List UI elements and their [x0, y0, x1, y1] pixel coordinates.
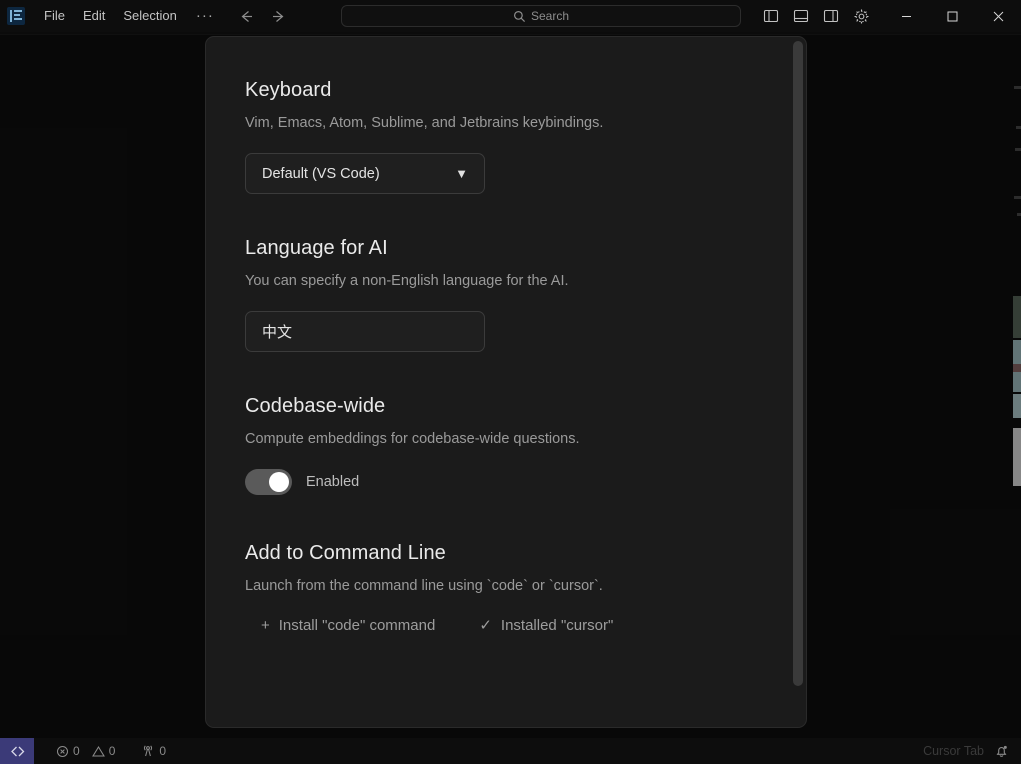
section-language-for-ai: Language for AI You can specify a non-En…	[245, 237, 806, 352]
cursor-tab-status[interactable]: Cursor Tab	[923, 744, 984, 758]
ports-status[interactable]: 0	[137, 744, 170, 758]
keyboard-keybinding-dropdown[interactable]: Default (VS Code) ▼	[245, 153, 485, 194]
section-language-description: You can specify a non-English language f…	[245, 273, 569, 289]
language-for-ai-input[interactable]: 中文	[245, 311, 485, 352]
status-bar-right: Cursor Tab	[923, 744, 1021, 759]
radio-tower-icon	[141, 744, 155, 758]
settings-gear-icon[interactable]	[846, 0, 876, 32]
menu-file[interactable]: File	[35, 5, 74, 27]
section-keyboard-description: Vim, Emacs, Atom, Sublime, and Jetbrains…	[245, 115, 604, 131]
section-add-to-command-line: Add to Command Line Launch from the comm…	[245, 542, 806, 634]
section-codebase-title: Codebase-wide	[245, 395, 386, 417]
keyboard-keybinding-value: Default (VS Code)	[262, 165, 380, 182]
navigation-buttons	[238, 7, 288, 25]
command-line-actions: + Install "code" command ✓ Installed "cu…	[261, 616, 806, 635]
plus-icon: +	[261, 616, 270, 634]
section-codebase-wide: Codebase-wide Compute embeddings for cod…	[245, 395, 806, 495]
install-code-command-button[interactable]: + Install "code" command	[261, 617, 435, 634]
language-for-ai-value: 中文	[262, 324, 293, 341]
close-button[interactable]	[975, 0, 1021, 32]
section-keyboard-title: Keyboard	[245, 79, 332, 101]
search-placeholder-label: Search	[530, 9, 570, 23]
cursor-logo-icon	[7, 7, 25, 25]
dialog-scrollbar-thumb[interactable]	[793, 41, 803, 686]
window-controls	[883, 0, 1021, 32]
toggle-primary-sidebar-icon[interactable]	[756, 0, 786, 32]
warning-triangle-icon	[91, 745, 105, 758]
menu-edit[interactable]: Edit	[74, 5, 114, 27]
chevron-down-icon: ▼	[455, 166, 468, 181]
warnings-status[interactable]: 0	[88, 744, 120, 758]
toggle-knob	[269, 472, 289, 492]
status-bar: 0 0 0 Cursor Tab	[0, 738, 1021, 764]
section-codebase-description: Compute embeddings for codebase-wide que…	[245, 431, 580, 447]
maximize-button[interactable]	[929, 0, 975, 32]
installed-cursor-command-label: Installed "cursor"	[500, 616, 614, 634]
error-circle-icon	[56, 745, 69, 758]
install-code-command-label: Install "code" command	[278, 616, 436, 634]
title-bar: File Edit Selection ··· Search	[0, 0, 1021, 32]
dialog-scrollbar[interactable]	[793, 41, 803, 725]
search-input[interactable]: Search	[341, 5, 741, 27]
section-command-line-description: Launch from the command line using `code…	[245, 578, 603, 594]
minimize-button[interactable]	[883, 0, 929, 32]
codebase-toggle-row: Enabled	[245, 469, 806, 495]
arrow-right-icon[interactable]	[270, 7, 288, 25]
settings-dialog-content: Keyboard Vim, Emacs, Atom, Sublime, and …	[206, 37, 806, 727]
errors-count: 0	[73, 744, 80, 758]
bell-dot-icon[interactable]	[994, 744, 1009, 759]
codebase-toggle-label: Enabled	[306, 474, 360, 490]
problems-status-group[interactable]: 0 0 0	[52, 744, 170, 758]
layout-toggle-group	[756, 0, 876, 32]
arrow-left-icon[interactable]	[238, 7, 256, 25]
settings-dialog: Keyboard Vim, Emacs, Atom, Sublime, and …	[205, 36, 807, 728]
remote-window-icon[interactable]	[0, 738, 34, 764]
errors-status[interactable]: 0	[52, 744, 84, 758]
menu-selection[interactable]: Selection	[114, 5, 185, 27]
search-icon	[513, 10, 526, 23]
warnings-count: 0	[108, 744, 116, 758]
section-command-line-title: Add to Command Line	[245, 542, 446, 564]
app-window: File Edit Selection ··· Search Keyboard …	[0, 0, 1021, 764]
section-language-title: Language for AI	[245, 237, 388, 259]
ports-count: 0	[159, 744, 167, 758]
check-icon: ✓	[479, 617, 492, 634]
installed-cursor-command-button[interactable]: ✓ Installed "cursor"	[479, 616, 614, 635]
toggle-secondary-sidebar-icon[interactable]	[816, 0, 846, 32]
toggle-panel-icon[interactable]	[786, 0, 816, 32]
menu-overflow-button[interactable]: ···	[186, 8, 224, 23]
codebase-embeddings-toggle[interactable]	[245, 469, 292, 495]
section-keyboard: Keyboard Vim, Emacs, Atom, Sublime, and …	[245, 79, 806, 194]
